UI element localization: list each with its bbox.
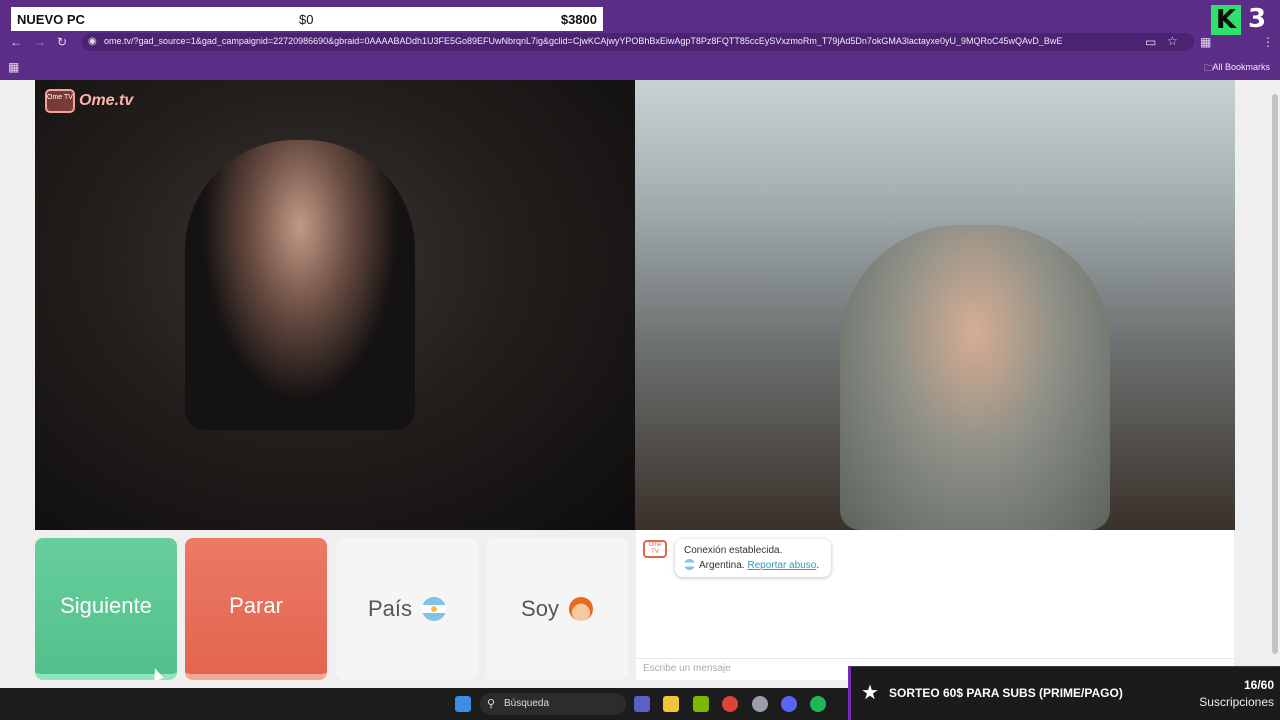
reload-icon[interactable]: ↻ [57, 35, 67, 49]
steam-icon[interactable] [752, 696, 768, 712]
report-abuse-link[interactable]: Reportar abuso [747, 560, 816, 571]
ometv-logo[interactable]: Ome TV Ome.tv [45, 88, 137, 114]
all-bookmarks[interactable]: All Bookmarks [1212, 62, 1270, 72]
next-button[interactable]: Siguiente [35, 538, 177, 680]
tv-icon: Ome TV [45, 89, 75, 113]
subs-label: Suscripciones [1199, 695, 1274, 709]
gender-button[interactable]: Soy [486, 538, 628, 680]
menu-icon[interactable]: ⋮ [1262, 35, 1274, 49]
teams-icon[interactable] [634, 696, 650, 712]
connection-status: Conexión establecida. [684, 545, 783, 556]
subs-count: 16/60 [1243, 678, 1274, 692]
giveaway-title: SORTEO 60$ PARA SUBS (PRIME/PAGO) [889, 686, 1123, 700]
site-info-icon[interactable]: ◉ [88, 35, 97, 49]
goal-current: $0 [299, 11, 314, 27]
system-message: Conexión establecida. Argentina. Reporta… [675, 539, 831, 577]
apps-icon[interactable]: ▦ [8, 60, 19, 74]
discord-icon[interactable] [781, 696, 797, 712]
donation-goal-bar: NUEVO PC $0 $3800 [11, 7, 603, 31]
channel-number: 3 [1248, 4, 1267, 34]
forward-icon[interactable]: → [34, 35, 46, 49]
file-explorer-icon[interactable] [663, 696, 679, 712]
stop-button[interactable]: Parar [185, 538, 327, 680]
boy-icon [568, 597, 593, 621]
stop-label: Parar [229, 593, 283, 618]
remote-person [185, 140, 415, 430]
bookmark-star-icon[interactable]: ☆ [1167, 34, 1178, 48]
ometv-logo-text: Ome.tv [79, 92, 134, 109]
nvidia-icon[interactable] [693, 696, 709, 712]
back-icon[interactable]: ← [10, 35, 22, 49]
country-label: País [367, 596, 413, 621]
local-person [840, 225, 1110, 530]
extensions-icon[interactable]: ▦ [1200, 35, 1211, 49]
next-label: Siguiente [60, 593, 152, 618]
chrome-icon[interactable] [722, 696, 738, 712]
partner-country: Argentina. [699, 560, 745, 571]
channel-logo: K [1211, 5, 1241, 35]
subs-giveaway-banner: ★ SORTEO 60$ PARA SUBS (PRIME/PAGO) 16/6… [848, 666, 1280, 720]
search-icon: ⚲ [487, 698, 496, 710]
ometv-chat-icon: Ome TV [643, 540, 667, 558]
url-text[interactable]: ome.tv/?gad_source=1&gad_campaignid=2272… [104, 36, 1094, 46]
install-app-icon[interactable]: ▭ [1145, 35, 1156, 49]
star-icon: ★ [861, 682, 879, 704]
goal-target: $3800 [560, 11, 597, 27]
argentina-flag-icon [684, 559, 695, 570]
windows-start-icon[interactable] [455, 696, 471, 712]
scrollbar-thumb[interactable] [1272, 94, 1278, 654]
argentina-flag-icon [422, 597, 447, 621]
spotify-icon[interactable] [810, 696, 826, 712]
search-label: Búsqueda [504, 698, 550, 709]
taskbar-search[interactable]: Búsqueda [480, 693, 626, 715]
goal-label: NUEVO PC [17, 11, 85, 27]
country-button[interactable]: País [336, 538, 478, 680]
gender-label: Soy [521, 596, 559, 621]
